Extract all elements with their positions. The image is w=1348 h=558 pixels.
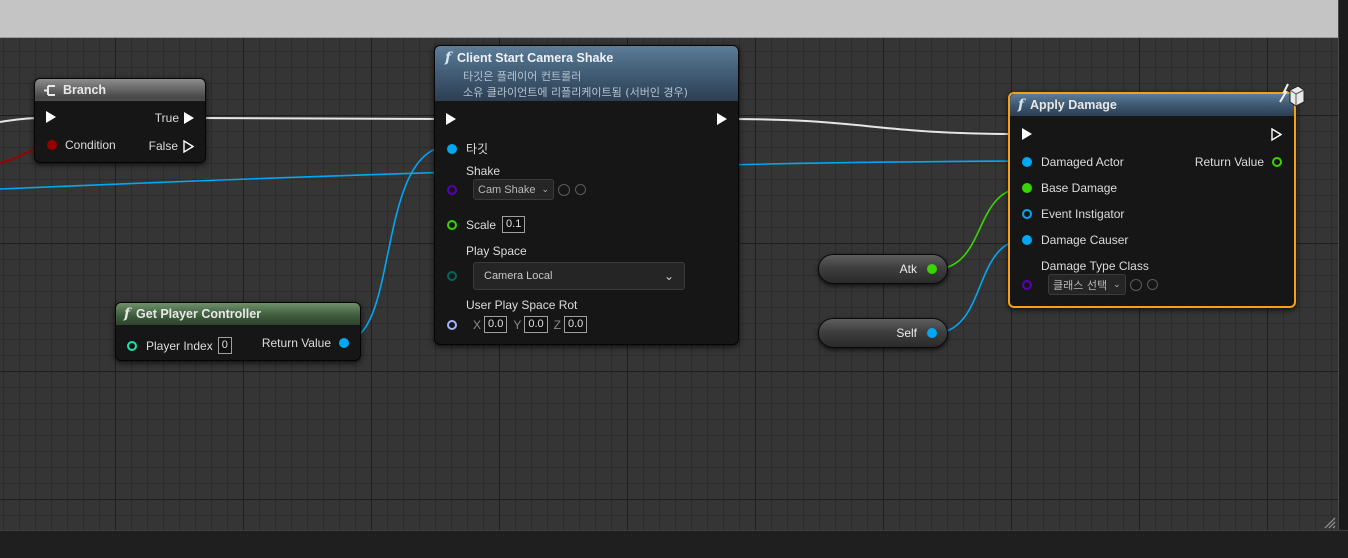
damage-type-class-label: Damage Type Class [1041,259,1149,273]
exec-out-false-pin[interactable] [183,139,194,153]
event-instigator-pin[interactable] [1022,209,1032,219]
damage-causer-pin[interactable] [1022,235,1032,245]
damage-causer-label: Damage Causer [1041,233,1129,247]
branch-node-header[interactable]: Branch [35,79,205,101]
target-label: 타깃 [466,142,489,156]
chevron-down-icon: ⌄ [541,184,550,194]
play-space-label: Play Space [466,244,527,258]
use-selected-icon[interactable] [1129,278,1142,291]
get-player-controller-node[interactable]: f Get Player Controller Player Index 0 R… [115,302,361,361]
client-start-camera-shake-node[interactable]: f Client Start Camera Shake 타깃은 플레이어 컨트롤… [434,45,739,345]
resize-grip-icon[interactable] [1322,515,1336,529]
event-instigator-label: Event Instigator [1041,207,1125,221]
scale-pin[interactable] [447,219,457,230]
rot-z-label: Z [553,317,561,332]
use-selected-icon[interactable] [558,183,571,196]
branch-icon [44,84,55,96]
rot-z-input[interactable]: 0.0 [563,316,588,333]
function-icon: f [445,50,452,66]
self-label: Self [896,326,917,340]
condition-label: Condition [65,138,116,152]
atk-variable-node[interactable]: Atk [818,254,948,284]
get-player-controller-header[interactable]: f Get Player Controller [116,303,360,325]
shake-label: Shake [466,164,501,178]
exec-out-true-pin[interactable] [184,112,194,124]
shake-value: Cam Shake [478,183,536,196]
exec-in-pin[interactable] [446,113,456,125]
camera-shake-node-header[interactable]: f Client Start Camera Shake 타깃은 플레이어 컨트롤… [435,46,738,101]
self-output-pin[interactable] [927,328,937,338]
damage-type-class-dropdown[interactable]: 클래스 선택 ⌄ [1048,274,1126,295]
user-play-space-rot-pin[interactable] [447,319,457,330]
rot-y-label: Y [513,317,522,332]
rot-x-label: X [473,317,482,332]
base-damage-pin[interactable] [1022,183,1032,193]
camera-shake-subtitle-2: 소유 클라이언트에 리플리케이트됨 (서버인 경우) [463,86,688,99]
branch-node-title: Branch [63,83,107,97]
self-node[interactable]: Self [818,318,948,348]
graph-bottom-bar [0,530,1348,558]
function-icon: f [124,306,131,322]
damaged-actor-pin[interactable] [1022,157,1032,167]
chevron-down-icon: ⌄ [1113,279,1121,289]
user-play-space-rot-label: User Play Space Rot [466,298,578,312]
browse-search-icon[interactable] [575,184,587,195]
server-only-icon [1279,83,1305,107]
play-space-dropdown[interactable]: Camera Local ⌄ [473,262,685,290]
exec-out-pin[interactable] [1271,128,1282,141]
exec-in-pin[interactable] [46,111,56,123]
rot-x-input[interactable]: 0.0 [484,316,508,333]
graph-right-edge [1338,0,1348,557]
return-value-label: Return Value [1194,155,1264,169]
exec-in-pin[interactable] [1022,128,1032,140]
shake-class-dropdown[interactable]: Cam Shake ⌄ [473,179,555,200]
function-icon: f [1018,97,1025,113]
return-value-label: Return Value [261,336,331,350]
rot-y-input[interactable]: 0.0 [524,316,548,333]
damaged-actor-label: Damaged Actor [1041,155,1124,169]
apply-damage-node[interactable]: f Apply Damage Damaged Actor Return Valu… [1008,92,1296,308]
base-damage-label: Base Damage [1041,181,1118,195]
chevron-down-icon: ⌄ [663,269,674,283]
scale-label: Scale [466,217,497,232]
target-pin[interactable] [447,143,457,154]
true-pin-label: True [154,111,179,125]
graph-top-bar [0,0,1338,38]
return-value-pin[interactable] [1272,157,1282,167]
player-index-label: Player Index [146,338,213,353]
scale-input[interactable]: 0.1 [502,216,526,233]
apply-damage-header[interactable]: f Apply Damage [1010,94,1294,116]
return-value-pin[interactable] [339,338,349,348]
branch-node[interactable]: Branch True Condition False [34,78,206,163]
damage-type-value: 클래스 선택 [1053,278,1108,292]
camera-shake-title: Client Start Camera Shake [457,51,614,65]
play-space-pin[interactable] [447,271,457,281]
atk-output-pin[interactable] [927,264,937,274]
camera-shake-subtitle-1: 타깃은 플레이어 컨트롤러 [463,70,582,83]
condition-pin[interactable] [47,140,57,150]
damage-type-class-pin[interactable] [1022,279,1032,290]
player-index-input[interactable]: 0 [217,337,232,354]
play-space-value: Camera Local [484,270,553,282]
apply-damage-title: Apply Damage [1030,98,1117,112]
get-player-controller-title: Get Player Controller [136,307,262,321]
exec-out-pin[interactable] [717,113,727,125]
shake-pin[interactable] [447,184,457,195]
false-pin-label: False [148,139,178,153]
browse-search-icon[interactable] [1146,279,1158,290]
player-index-pin[interactable] [127,340,137,351]
atk-label: Atk [899,262,917,276]
